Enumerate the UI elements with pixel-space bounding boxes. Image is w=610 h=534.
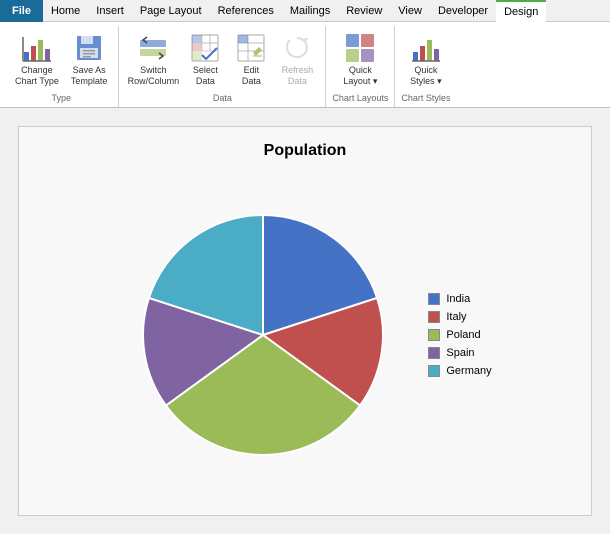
view-menu[interactable]: View	[390, 0, 430, 22]
mailings-menu[interactable]: Mailings	[282, 0, 338, 22]
quick-layout-icon	[344, 32, 376, 64]
switch-row-column-icon	[137, 32, 169, 64]
legend-label-spain: Spain	[446, 347, 474, 359]
change-chart-type-label: ChangeChart Type	[15, 65, 59, 87]
chart-layout-buttons: QuickLayout ▾	[338, 28, 382, 91]
file-menu[interactable]: File	[0, 0, 43, 22]
home-menu[interactable]: Home	[43, 0, 88, 22]
developer-menu[interactable]: Developer	[430, 0, 496, 22]
pie-chart	[118, 190, 408, 480]
insert-menu[interactable]: Insert	[88, 0, 132, 22]
switch-row-column-label: SwitchRow/Column	[128, 65, 180, 87]
page-layout-menu[interactable]: Page Layout	[132, 0, 210, 22]
legend-item-germany: Germany	[428, 365, 491, 377]
pie-svg	[118, 190, 408, 480]
legend-label-italy: Italy	[446, 311, 466, 323]
chart-layouts-group-label: Chart Layouts	[332, 93, 388, 105]
refresh-data-label: RefreshData	[282, 65, 314, 87]
save-as-template-label: Save AsTemplate	[71, 65, 108, 87]
refresh-data-icon	[281, 32, 313, 64]
ribbon-group-chart-layouts: QuickLayout ▾ Chart Layouts	[326, 26, 395, 107]
menu-bar: File Home Insert Page Layout References …	[0, 0, 610, 22]
legend-item-italy: Italy	[428, 311, 491, 323]
references-menu[interactable]: References	[210, 0, 282, 22]
data-group-label: Data	[213, 93, 232, 105]
save-as-template-button[interactable]: Save AsTemplate	[66, 28, 113, 91]
chart-legend: India Italy Poland Spain Germany	[428, 293, 491, 377]
legend-swatch-spain	[428, 347, 440, 359]
type-buttons: ChangeChart Type Save AsTemplate	[10, 28, 112, 91]
switch-row-column-button[interactable]: SwitchRow/Column	[125, 28, 181, 91]
quick-styles-button[interactable]: QuickStyles ▾	[404, 28, 448, 91]
refresh-data-button[interactable]: RefreshData	[275, 28, 319, 91]
ribbon: ChangeChart Type Save AsTemplate Type	[0, 22, 610, 108]
legend-label-germany: Germany	[446, 365, 491, 377]
quick-layout-button[interactable]: QuickLayout ▾	[338, 28, 382, 91]
quick-styles-icon	[410, 32, 442, 64]
legend-swatch-poland	[428, 329, 440, 341]
chart-style-buttons: QuickStyles ▾	[404, 28, 448, 91]
chart-area: India Italy Poland Spain Germany	[34, 170, 576, 500]
design-menu[interactable]: Design	[496, 0, 546, 22]
legend-label-poland: Poland	[446, 329, 480, 341]
ribbon-group-chart-styles: QuickStyles ▾ Chart Styles	[395, 26, 456, 107]
edit-data-button[interactable]: EditData	[229, 28, 273, 91]
chart-container: Population	[18, 126, 592, 516]
legend-item-india: India	[428, 293, 491, 305]
legend-item-spain: Spain	[428, 347, 491, 359]
save-as-template-icon	[73, 32, 105, 64]
edit-data-label: EditData	[242, 65, 261, 87]
select-data-icon	[189, 32, 221, 64]
change-chart-type-button[interactable]: ChangeChart Type	[10, 28, 64, 91]
ribbon-group-data: SwitchRow/Column Sele	[119, 26, 326, 107]
ribbon-group-type: ChangeChart Type Save AsTemplate Type	[4, 26, 119, 107]
legend-label-india: India	[446, 293, 470, 305]
quick-layout-label: QuickLayout ▾	[343, 65, 377, 87]
select-data-label: SelectData	[193, 65, 218, 87]
type-group-label: Type	[51, 93, 71, 105]
legend-item-poland: Poland	[428, 329, 491, 341]
legend-swatch-germany	[428, 365, 440, 377]
quick-styles-label: QuickStyles ▾	[410, 65, 442, 87]
change-chart-type-icon	[21, 32, 53, 64]
data-buttons: SwitchRow/Column Sele	[125, 28, 319, 91]
legend-swatch-india	[428, 293, 440, 305]
legend-swatch-italy	[428, 311, 440, 323]
chart-styles-group-label: Chart Styles	[401, 93, 450, 105]
chart-title: Population	[264, 142, 347, 160]
select-data-button[interactable]: SelectData	[183, 28, 227, 91]
review-menu[interactable]: Review	[338, 0, 390, 22]
edit-data-icon	[235, 32, 267, 64]
